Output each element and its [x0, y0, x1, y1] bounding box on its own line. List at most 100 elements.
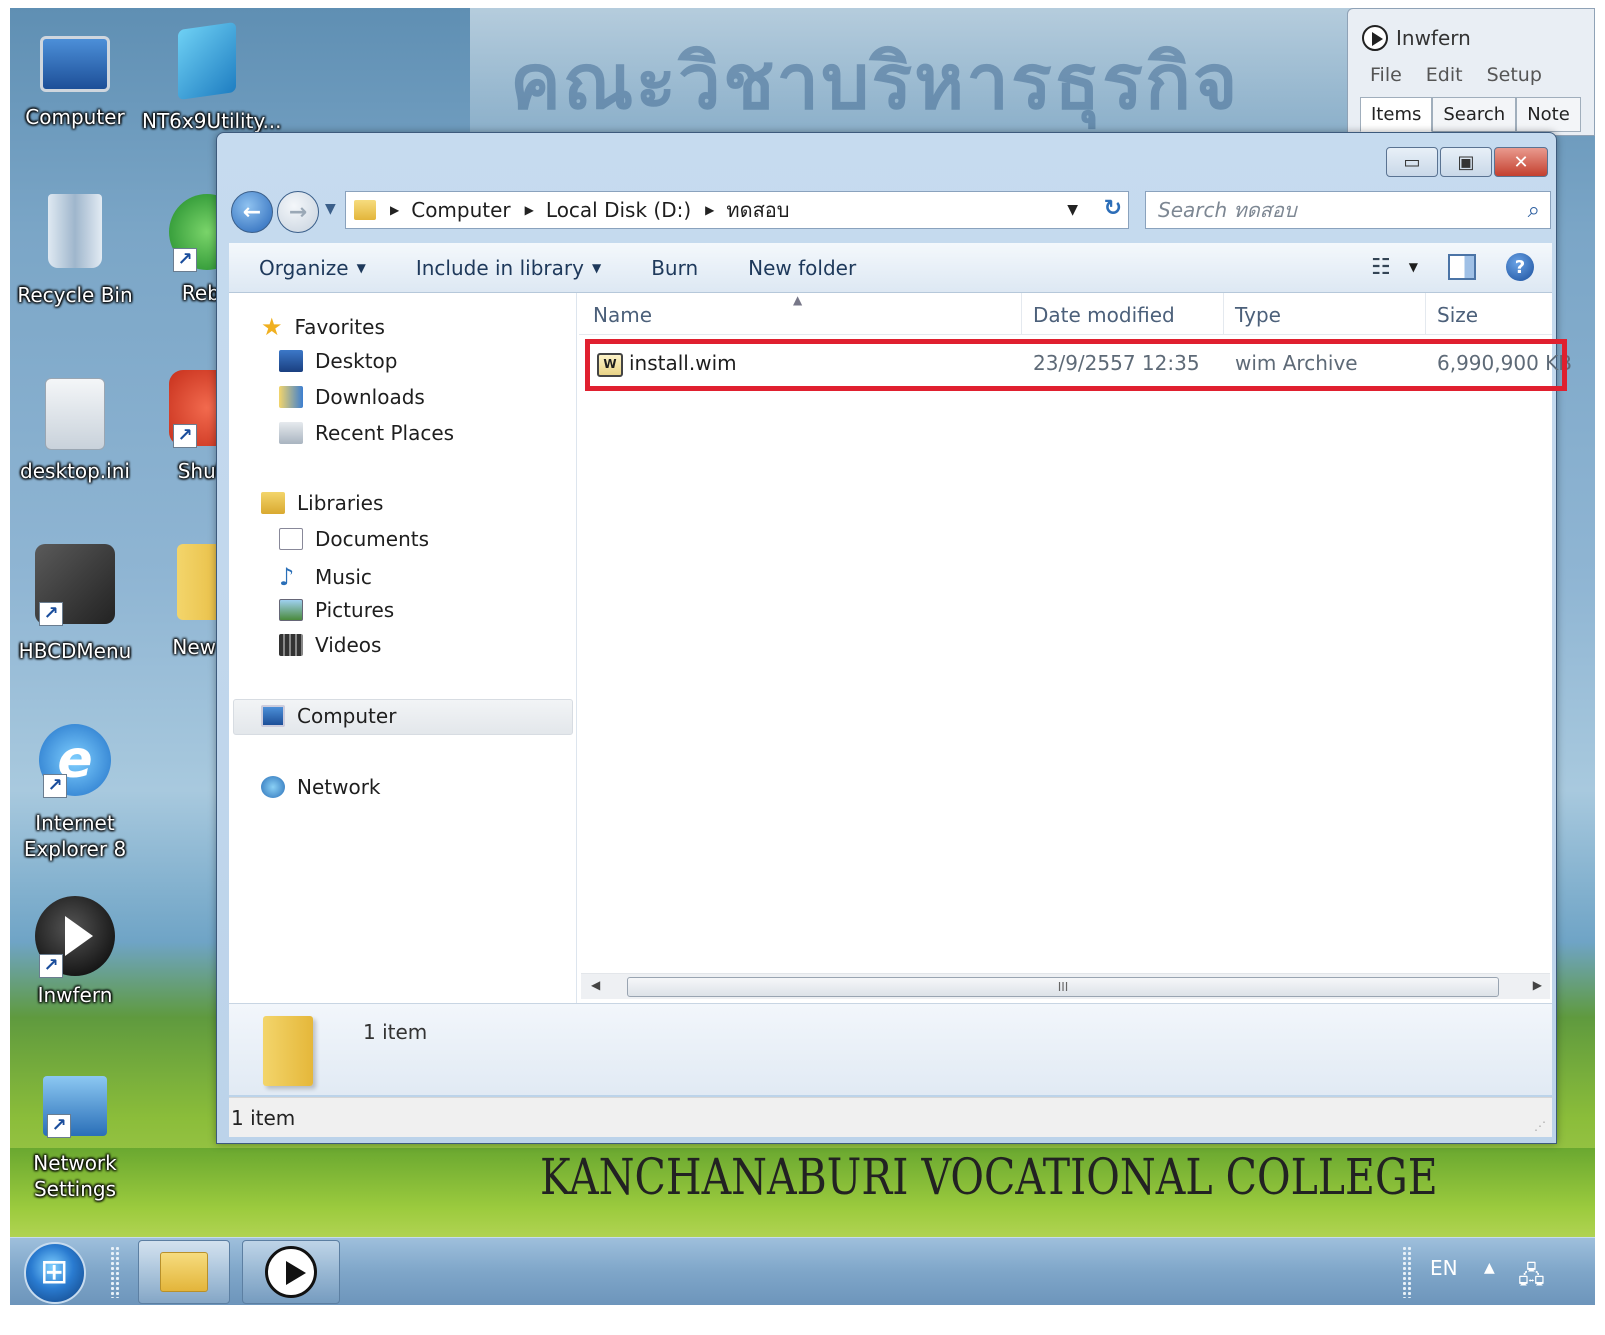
menu-file[interactable]: File — [1370, 64, 1402, 86]
column-divider[interactable] — [1223, 293, 1224, 335]
explorer-window[interactable]: ▭ ▣ ✕ ← → ▼ ▶ Computer ▶ Local Disk (D:) ▶… — [216, 132, 1572, 1144]
breadcrumb-computer[interactable]: ▶ Computer — [376, 198, 511, 222]
chevron-right-icon: ▶ — [524, 203, 534, 217]
shortcut-arrow-icon: ↗ — [43, 774, 67, 798]
nav-desktop[interactable]: Desktop — [279, 349, 397, 373]
desktop-icon-nt6x9utility[interactable]: NT6x9Utility... — [142, 18, 282, 134]
file-row[interactable]: Winstall.wim 23/9/2557 12:35 wim Archive… — [585, 339, 1572, 391]
language-indicator[interactable]: EN — [1430, 1256, 1458, 1280]
change-view-button[interactable]: ☷ ▼ — [1371, 255, 1418, 280]
address-dropdown-icon[interactable]: ▼ — [1067, 202, 1078, 218]
column-divider[interactable] — [1021, 293, 1022, 335]
burn-button[interactable]: Burn — [651, 256, 698, 280]
nav-pictures[interactable]: Pictures — [279, 598, 394, 622]
column-header-name[interactable]: Name — [593, 303, 652, 327]
column-header-date-modified[interactable]: Date modified — [1033, 303, 1175, 327]
search-input[interactable]: Search ทดสอบ ⌕ — [1145, 191, 1551, 229]
recent-pages-button[interactable]: ▼ — [325, 201, 336, 217]
column-header-type[interactable]: Type — [1235, 303, 1281, 327]
desktop-icon-label: HBCDMenu — [18, 639, 132, 663]
internet-explorer-icon: e ↗ — [39, 724, 111, 798]
desktop-icon-label: desktop.ini — [20, 459, 130, 483]
include-in-library-label: Include in library — [415, 255, 584, 280]
new-folder-button[interactable]: New folder — [748, 256, 856, 280]
desktop-icon — [279, 350, 303, 372]
taskbar: EN ▲ 🖧 — [10, 1237, 1595, 1305]
search-icon[interactable]: ⌕ — [1528, 198, 1540, 223]
folder-icon — [354, 200, 376, 220]
include-in-library-button[interactable]: Include in library ▼ — [416, 256, 601, 280]
forward-button[interactable]: → — [277, 191, 319, 233]
tab-items[interactable]: Items — [1360, 97, 1433, 132]
desktop-icon-desktop-ini[interactable]: desktop.ini — [10, 378, 140, 484]
play-icon — [1362, 25, 1388, 51]
nav-label: Downloads — [315, 385, 425, 409]
window-controls: ▭ ▣ ✕ — [1386, 147, 1548, 177]
scroll-right-icon[interactable]: ▶ — [1533, 978, 1542, 992]
nav-documents[interactable]: Documents — [279, 527, 429, 551]
shortcut-arrow-icon: ↗ — [173, 424, 197, 448]
nav-videos[interactable]: Videos — [279, 633, 381, 657]
shortcut-arrow-icon: ↗ — [39, 954, 63, 978]
desktop-icon-hbcdmenu[interactable]: ↗ HBCDMenu — [10, 544, 140, 664]
nav-music[interactable]: ♪ Music — [279, 563, 372, 591]
back-button[interactable]: ← — [231, 191, 273, 233]
organize-button[interactable]: Organize ▼ — [259, 256, 366, 280]
folder-icon — [263, 1016, 313, 1086]
preview-pane-icon[interactable] — [1448, 254, 1476, 280]
tab-note[interactable]: Note — [1516, 97, 1581, 132]
nav-network[interactable]: Network — [261, 775, 381, 799]
nav-label: Favorites — [294, 315, 385, 339]
scroll-left-icon[interactable]: ◀ — [591, 978, 600, 992]
horizontal-scrollbar[interactable]: ◀ III ▶ — [581, 973, 1550, 999]
nav-label: Recent Places — [315, 421, 455, 445]
tab-search[interactable]: Search — [1432, 97, 1517, 132]
desktop-icon-network-settings[interactable]: ↗ Network Settings — [10, 1072, 140, 1202]
resize-grip-icon[interactable]: ⋰ — [1534, 1119, 1546, 1133]
inwfern-window[interactable]: Inwfern File Edit Setup Items Search Not… — [1347, 8, 1595, 136]
inwfern-title: Inwfern — [1396, 26, 1471, 50]
folder-icon — [160, 1252, 208, 1292]
tray-grip — [1402, 1246, 1412, 1298]
search-placeholder: Search ทดสอบ — [1158, 198, 1297, 222]
nav-downloads[interactable]: Downloads — [279, 385, 425, 409]
help-icon[interactable]: ? — [1506, 253, 1534, 281]
column-headers: ▲ Name Date modified Type Size — [579, 293, 1552, 335]
nav-libraries[interactable]: Libraries — [261, 491, 383, 515]
column-header-size[interactable]: Size — [1437, 303, 1478, 327]
nav-computer[interactable]: Computer — [261, 704, 396, 728]
menu-setup[interactable]: Setup — [1487, 64, 1542, 86]
shortcut-arrow-icon: ↗ — [47, 1114, 71, 1138]
computer-icon — [40, 36, 110, 92]
desktop-icon-internet-explorer[interactable]: e ↗ Internet Explorer 8 — [10, 724, 140, 862]
nav-label: Network — [297, 775, 381, 799]
nav-favorites[interactable]: ★ Favorites — [261, 313, 385, 341]
taskbar-inwfern-button[interactable] — [242, 1240, 340, 1304]
navigation-pane: ★ Favorites Desktop Downloads Recent Plac… — [229, 293, 577, 1003]
computer-icon — [261, 705, 285, 727]
column-divider[interactable] — [1425, 293, 1426, 335]
menu-edit[interactable]: Edit — [1426, 64, 1463, 86]
close-button[interactable]: ✕ — [1494, 147, 1548, 177]
start-button[interactable] — [24, 1242, 86, 1304]
network-tray-icon[interactable]: 🖧 — [1518, 1258, 1545, 1299]
refresh-button[interactable]: ↻ — [1104, 196, 1122, 221]
scrollbar-thumb[interactable]: III — [627, 977, 1499, 997]
navigation-bar: ← → ▼ ▶ Computer ▶ Local Disk (D:) ▶ ทดสอบ … — [231, 189, 1551, 233]
settings-file-icon — [45, 378, 105, 450]
play-icon — [265, 1246, 317, 1298]
file-type: wim Archive — [1235, 351, 1358, 375]
desktop-icon-recycle-bin[interactable]: Recycle Bin — [10, 194, 140, 308]
wim-archive-icon: W — [597, 352, 623, 377]
desktop-icon-inwfern[interactable]: ↗ Inwfern — [10, 896, 140, 1008]
desktop-icon-computer[interactable]: Computer — [10, 24, 140, 130]
nav-recent-places[interactable]: Recent Places — [279, 421, 454, 445]
taskbar-explorer-button[interactable] — [138, 1240, 230, 1304]
breadcrumb-local-disk[interactable]: ▶ Local Disk (D:) — [511, 198, 692, 222]
maximize-button[interactable]: ▣ — [1440, 147, 1492, 177]
desktop-icon-label: Inwfern — [37, 983, 113, 1007]
address-bar[interactable]: ▶ Computer ▶ Local Disk (D:) ▶ ทดสอบ ▼ ↻ — [345, 191, 1129, 229]
show-hidden-icons-icon[interactable]: ▲ — [1484, 1260, 1495, 1276]
breadcrumb-current-folder[interactable]: ▶ ทดสอบ — [691, 194, 789, 226]
minimize-button[interactable]: ▭ — [1386, 147, 1438, 177]
